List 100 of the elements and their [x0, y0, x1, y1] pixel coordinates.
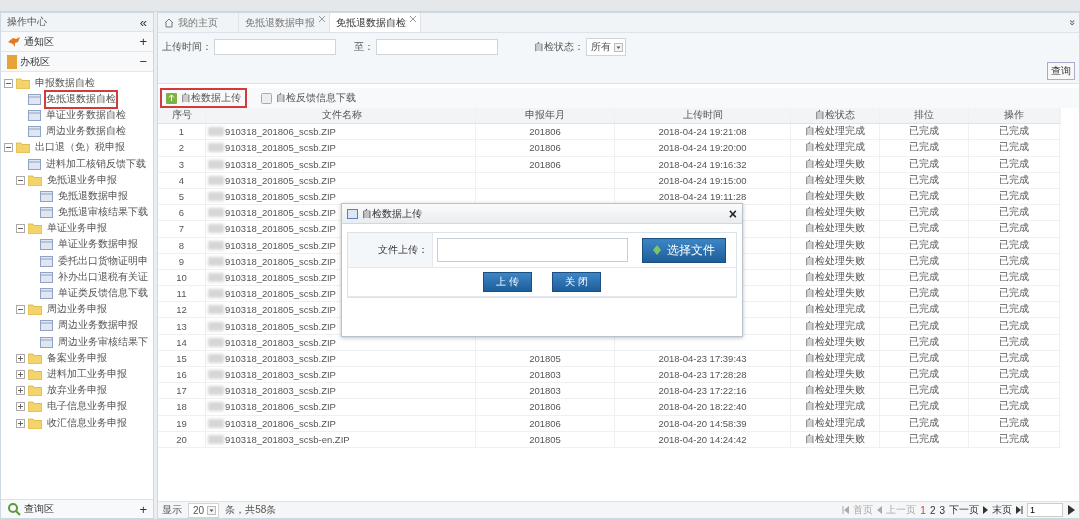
table-cell: 201805 — [529, 433, 561, 445]
table-cell: 2018-04-23 17:22:16 — [658, 385, 747, 397]
table-cell: 已完成 — [999, 238, 1029, 252]
table-cell: 2018-04-24 19:20:00 — [658, 142, 747, 154]
tree-item[interactable]: 免抵退数据自检 — [44, 89, 118, 109]
table-cell: 已完成 — [999, 368, 1029, 382]
table-cell: 已完成 — [909, 238, 939, 252]
table-cell: 已完成 — [909, 400, 939, 414]
table-cell: 2018-04-20 18:22:40 — [658, 401, 747, 413]
table-cell: 已完成 — [909, 335, 939, 349]
field-label: 文件上传： — [348, 233, 433, 267]
table-cell: 201805 — [529, 352, 561, 364]
tab[interactable]: 我的主页 — [158, 13, 239, 32]
toggle-button[interactable]: − — [139, 54, 147, 69]
section-header[interactable]: 办税区 — [20, 54, 137, 69]
toolbar-button[interactable]: 自检反馈信息下载 — [255, 88, 362, 108]
column-header: 自检状态 — [791, 108, 880, 124]
table-cell: 自检处理失败 — [805, 206, 865, 220]
column-header: 上传时间 — [615, 108, 791, 124]
table-cell: 已完成 — [909, 319, 939, 333]
table-cell: 自检处理完成 — [805, 351, 865, 365]
table-cell: 已完成 — [909, 303, 939, 317]
table-cell: 已完成 — [999, 384, 1029, 398]
table-cell: 已完成 — [909, 287, 939, 301]
page-link[interactable]: 1 — [920, 504, 926, 516]
table-cell: 3 — [178, 158, 185, 170]
upload-button[interactable]: 上 传 — [483, 272, 532, 292]
table-cell: 自检处理失败 — [805, 287, 865, 301]
toggle-button[interactable]: + — [139, 501, 147, 517]
table-cell: 910318_201803_scsb.ZIP — [225, 385, 336, 397]
table-cell: 已完成 — [909, 351, 939, 365]
toolbar-button[interactable]: 自检数据上传 — [160, 88, 247, 108]
table-cell: 自检处理失败 — [805, 270, 865, 284]
next-page-link[interactable]: 下一页 — [949, 503, 979, 517]
table-cell: 2018-04-24 19:15:00 — [658, 174, 747, 186]
table-cell: 13 — [176, 320, 187, 332]
table-cell: 已完成 — [909, 125, 939, 139]
choose-file-button[interactable]: 选择文件 — [642, 237, 726, 263]
table-cell: 已完成 — [909, 157, 939, 171]
table-cell: 910318_201806_scsb.ZIP — [225, 417, 336, 429]
section-header[interactable]: 通知区 — [24, 34, 137, 49]
page-link[interactable]: 3 — [939, 504, 945, 516]
table-cell: 2018-04-24 19:11:28 — [658, 191, 747, 203]
table-cell: 910318_201805_scsb.ZIP — [225, 304, 336, 316]
table-cell: 2 — [178, 142, 185, 154]
table-cell: 自检处理完成 — [805, 125, 865, 139]
table-cell: 9 — [178, 255, 185, 267]
table-cell: 910318_201806_scsb.ZIP — [225, 126, 336, 138]
page-link[interactable]: 2 — [929, 504, 936, 516]
table-cell: 2018-04-24 19:21:08 — [658, 126, 747, 138]
table-cell: 已完成 — [999, 173, 1029, 187]
collapse-button[interactable]: « — [139, 14, 147, 30]
table-cell: 15 — [176, 352, 187, 364]
table-cell: 910318_201803_scsb.ZIP — [225, 369, 336, 381]
table-cell: 201806 — [529, 142, 561, 154]
pager-label: 显示 — [162, 503, 182, 517]
table-cell: 已完成 — [999, 157, 1029, 171]
table-cell: 10 — [176, 271, 187, 283]
tab[interactable]: 免抵退数据自检 — [330, 13, 421, 32]
table-cell: 已完成 — [999, 432, 1029, 446]
table-cell: 已完成 — [909, 206, 939, 220]
table-cell: 自检处理失败 — [805, 384, 865, 398]
table-cell: 910318_201803_scsb-en.ZIP — [225, 433, 350, 445]
table-cell: 910318_201803_scsb.ZIP — [225, 336, 336, 348]
page-size-dropdown[interactable]: 20 — [188, 502, 220, 518]
table-cell: 201803 — [529, 369, 561, 381]
record-summary: 条，共58条 — [225, 503, 277, 517]
table-cell: 910318_201805_scsb.ZIP — [225, 239, 336, 251]
close-dialog-button[interactable]: 关 闭 — [552, 272, 601, 292]
table-cell: 201806 — [529, 126, 561, 138]
table-cell: 已完成 — [909, 173, 939, 187]
table-cell: 自检处理完成 — [805, 319, 865, 333]
table-cell: 910318_201805_scsb.ZIP — [225, 223, 336, 235]
last-page-link[interactable]: 末页 — [992, 503, 1012, 517]
column-header: 文件名称 — [206, 108, 476, 124]
table-cell: 910318_201805_scsb.ZIP — [225, 288, 336, 300]
status-dropdown[interactable]: 所有 — [586, 38, 626, 56]
section-header[interactable]: 查询区 — [24, 502, 137, 516]
column-header: 申报年月 — [476, 108, 615, 124]
table-cell: 已完成 — [999, 190, 1029, 204]
table-cell: 20 — [176, 433, 187, 445]
column-header: 排位 — [880, 108, 969, 124]
sidebar-title: 操作中心 — [7, 15, 48, 29]
table-cell: 已完成 — [999, 270, 1029, 284]
page-input[interactable]: 1 — [1027, 503, 1063, 517]
query-button[interactable]: 查询 — [1047, 62, 1075, 80]
table-cell: 910318_201805_scsb.ZIP — [225, 207, 336, 219]
table-cell: 7 — [178, 223, 185, 235]
table-cell: 自检处理失败 — [805, 190, 865, 204]
table-cell: 已完成 — [999, 335, 1029, 349]
table-cell: 已完成 — [999, 351, 1029, 365]
table-cell: 2018-04-24 19:16:32 — [658, 158, 747, 170]
table-cell: 17 — [176, 385, 187, 397]
tabs-menu-button[interactable]: » — [1062, 15, 1080, 30]
toggle-button[interactable]: + — [139, 34, 147, 49]
table-cell: 910318_201805_scsb.ZIP — [225, 174, 336, 186]
table-cell: 自检处理失败 — [805, 254, 865, 268]
close-button[interactable]: × — [728, 205, 737, 222]
table-cell: 4 — [178, 174, 185, 186]
table-cell: 已完成 — [909, 141, 939, 155]
